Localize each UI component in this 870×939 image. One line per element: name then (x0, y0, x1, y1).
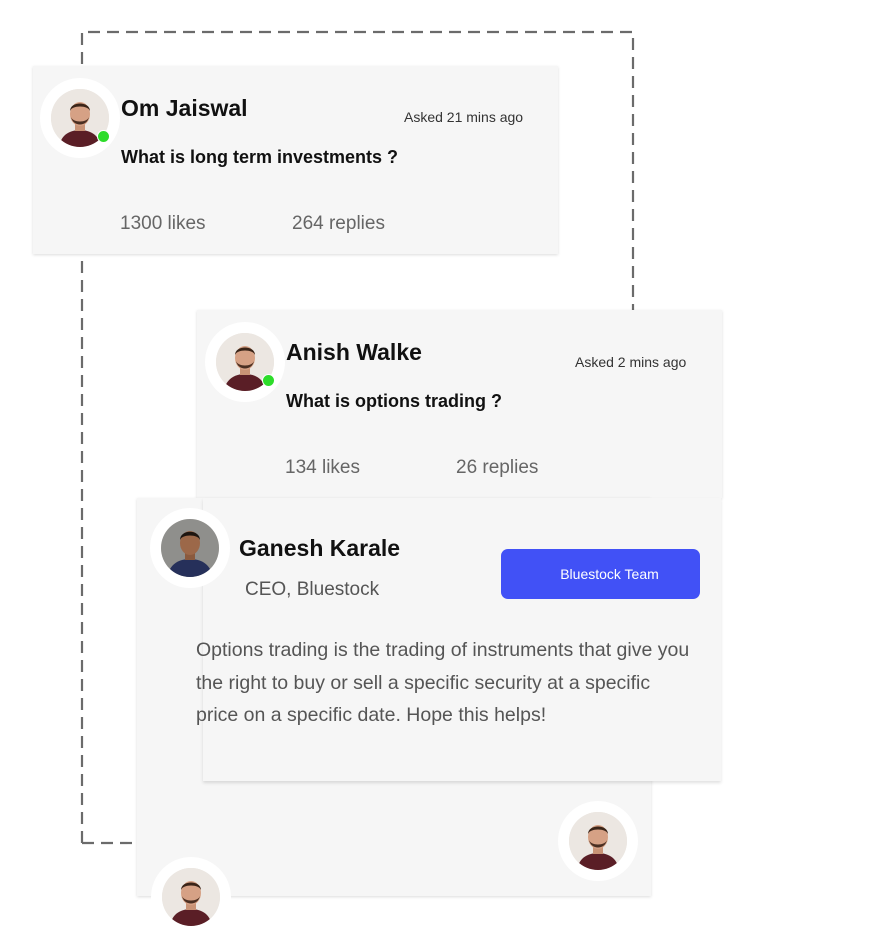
man-avatar-icon (161, 519, 219, 577)
likes-count[interactable]: 1300 likes (120, 213, 206, 235)
man-avatar-icon (569, 812, 627, 870)
answerer-name: Ganesh Karale (239, 535, 401, 561)
avatar[interactable] (569, 812, 627, 870)
answer-text: Options trading is the trading of instru… (196, 639, 690, 726)
online-status-dot (262, 374, 275, 387)
author-name: Om Jaiswal (121, 95, 248, 121)
answerer-role: CEO, Bluestock (245, 579, 380, 600)
online-status-dot (97, 130, 110, 143)
avatar-ring (150, 508, 230, 588)
replies-count[interactable]: 26 replies (456, 457, 538, 479)
avatar-ring (151, 857, 231, 937)
asked-time: Asked 21 mins ago (404, 109, 524, 125)
likes-count[interactable]: 134 likes (285, 457, 360, 479)
man-avatar-icon (162, 868, 220, 926)
avatar[interactable] (161, 519, 219, 577)
avatar[interactable] (162, 868, 220, 926)
bluestock-team-badge[interactable]: Bluestock Team (501, 549, 700, 599)
replies-count[interactable]: 264 replies (292, 213, 385, 235)
question-text[interactable]: What is long term investments ? (121, 147, 398, 168)
avatar-ring (558, 801, 638, 881)
author-name: Anish Walke (286, 339, 422, 365)
avatar-ring (40, 78, 120, 158)
asked-time: Asked 2 mins ago (575, 354, 687, 370)
avatar-ring (205, 322, 285, 402)
question-text[interactable]: What is options trading ? (286, 391, 502, 412)
